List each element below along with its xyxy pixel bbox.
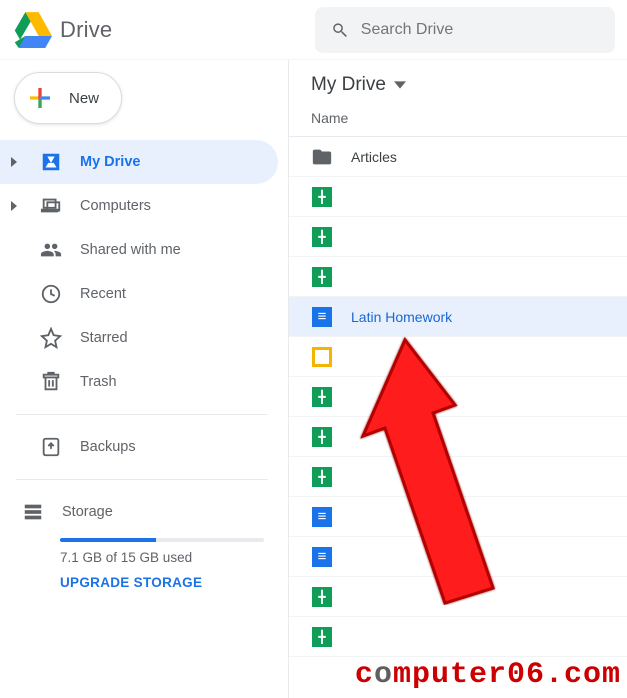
sidebar-item-label: Recent [80,286,126,302]
file-row[interactable] [289,257,627,297]
divider [16,414,268,415]
sidebar-item-trash[interactable]: Trash [0,360,278,404]
file-row[interactable] [289,577,627,617]
star-icon [40,327,62,349]
sheets-icon [311,226,333,248]
drive-logo[interactable]: Drive [12,10,112,50]
column-header-name[interactable]: Name [289,110,627,137]
clock-icon [40,283,62,305]
breadcrumb[interactable]: My Drive [289,60,627,110]
sidebar-item-computers[interactable]: Computers [0,184,278,228]
storage-progress-fill [60,538,156,542]
file-name: Latin Homework [351,309,452,325]
file-row[interactable] [289,177,627,217]
search-input[interactable] [361,21,599,39]
file-name: Articles [351,149,397,165]
file-row[interactable] [289,617,627,657]
storage-icon [22,501,44,523]
dropdown-caret-icon [394,79,406,91]
storage-used-text: 7.1 GB of 15 GB used [60,550,288,565]
sidebar-item-label: Starred [80,330,128,346]
app-title: Drive [60,17,112,43]
new-button-label: New [69,90,99,107]
chevron-right-icon[interactable] [6,157,22,167]
sheets-icon [311,426,333,448]
sidebar-item-starred[interactable]: Starred [0,316,278,360]
main-panel: My Drive Name Articles Latin Homework [288,60,627,698]
drive-icon [12,10,52,50]
file-row[interactable] [289,377,627,417]
divider [16,479,268,480]
backups-icon [40,436,62,458]
upgrade-storage-link[interactable]: UPGRADE STORAGE [60,575,288,590]
docs-icon [311,546,333,568]
sheets-icon [311,466,333,488]
search-bar[interactable] [315,7,615,53]
file-row[interactable] [289,457,627,497]
sheets-icon [311,626,333,648]
sidebar: New My Drive Computers Shared with me Re… [0,60,288,698]
sheets-icon [311,386,333,408]
sidebar-item-label: Trash [80,374,117,390]
sidebar-item-recent[interactable]: Recent [0,272,278,316]
sidebar-nav: My Drive Computers Shared with me Recent… [0,140,288,590]
trash-icon [40,371,62,393]
file-row[interactable] [289,537,627,577]
computers-icon [40,195,62,217]
file-row[interactable]: Articles [289,137,627,177]
file-row[interactable]: Latin Homework [289,297,627,337]
file-row[interactable] [289,217,627,257]
storage-progress [60,538,264,542]
drive-badge-icon [40,151,62,173]
plus-icon [25,83,55,113]
watermark: computer06.com [355,658,621,692]
file-list: Articles Latin Homework [289,137,627,657]
slides-icon [311,346,333,368]
sidebar-item-label: Shared with me [80,242,181,258]
docs-icon [311,306,333,328]
sidebar-item-label: Computers [80,198,151,214]
sidebar-item-backups[interactable]: Backups [0,425,278,469]
new-button[interactable]: New [14,72,122,124]
sheets-icon [311,186,333,208]
people-icon [40,239,62,261]
sidebar-item-storage[interactable]: Storage [0,490,288,534]
chevron-right-icon[interactable] [6,201,22,211]
folder-icon [311,146,333,168]
file-row[interactable] [289,417,627,457]
sheets-icon [311,586,333,608]
sidebar-item-label: Backups [80,439,136,455]
sidebar-item-label: My Drive [80,154,140,170]
file-row[interactable] [289,337,627,377]
sidebar-item-shared[interactable]: Shared with me [0,228,278,272]
file-row[interactable] [289,497,627,537]
sidebar-item-my-drive[interactable]: My Drive [0,140,278,184]
sheets-icon [311,266,333,288]
docs-icon [311,506,333,528]
app-header: Drive [0,0,627,60]
folder-title: My Drive [311,74,386,96]
storage-label: Storage [62,504,113,520]
search-icon [331,20,349,40]
